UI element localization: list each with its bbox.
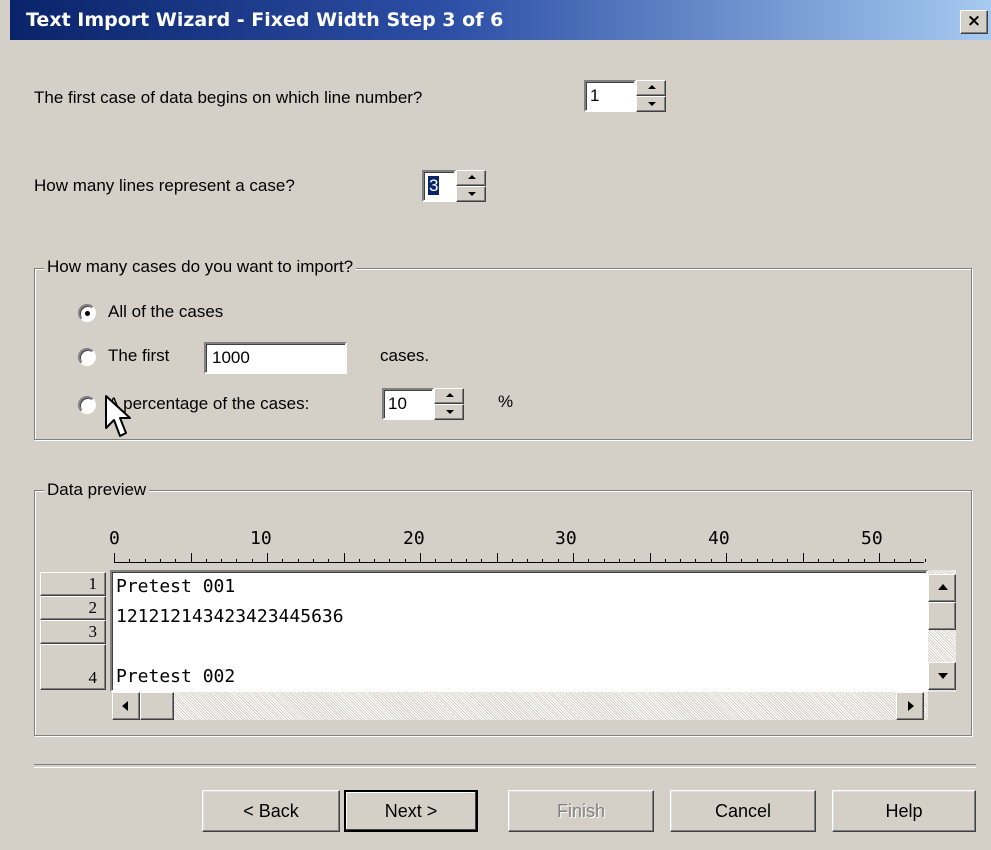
title-bar: Text Import Wizard - Fixed Width Step 3 … <box>10 0 991 40</box>
percentage-down-button[interactable] <box>434 404 464 420</box>
percentage-suffix: % <box>498 392 514 411</box>
first-n-suffix: cases. <box>380 346 430 365</box>
column-ruler[interactable]: 0 10 20 30 40 50 <box>109 528 927 568</box>
row-number: 4 <box>40 644 106 690</box>
ruler-baseline <box>114 562 924 563</box>
ruler-tick <box>343 553 345 562</box>
radio-selected-dot <box>85 311 90 316</box>
row-number: 1 <box>40 572 106 596</box>
ruler-tick <box>114 553 115 562</box>
ruler-tick <box>879 553 880 562</box>
data-preview-pane[interactable]: Pretest 001 121212143423423445636 Pretes… <box>110 570 928 692</box>
down-arrow-icon <box>468 192 476 196</box>
close-button[interactable]: × <box>960 10 988 34</box>
ruler-label: 30 <box>555 528 577 549</box>
ruler-label: 20 <box>403 528 425 549</box>
scroll-up-icon <box>938 584 948 590</box>
preview-line: 121212143423423445636 <box>116 606 344 627</box>
scroll-left-button[interactable] <box>112 692 140 720</box>
first-n-cases-input[interactable]: 1000 <box>204 342 347 374</box>
first-case-stepper <box>636 80 666 112</box>
lines-per-case-value: 3 <box>428 176 440 195</box>
scroll-down-icon <box>938 673 948 679</box>
preview-line: Pretest 001 <box>116 576 236 597</box>
first-case-up-button[interactable] <box>636 80 666 96</box>
radio-percentage-cases[interactable] <box>78 396 96 414</box>
horizontal-scroll-thumb[interactable] <box>140 692 174 720</box>
all-cases-label: All of the cases <box>108 302 224 321</box>
first-n-label: The first <box>108 346 170 365</box>
ruler-tick <box>267 553 268 562</box>
ruler-tick <box>496 553 498 562</box>
ruler-label: 0 <box>109 528 120 549</box>
mouse-cursor-icon <box>104 394 132 445</box>
separator <box>34 764 976 768</box>
back-button[interactable]: < Back <box>202 790 340 832</box>
ruler-tick <box>924 559 926 562</box>
scroll-right-icon <box>908 701 914 711</box>
scroll-down-button[interactable] <box>928 662 956 690</box>
import-cases-legend: How many cases do you want to import? <box>44 257 357 277</box>
scroll-left-icon <box>122 701 128 711</box>
help-button[interactable]: Help <box>832 790 976 832</box>
horizontal-scrollbar[interactable] <box>112 692 928 720</box>
up-arrow-icon <box>468 175 476 179</box>
percentage-label: A percentage of the cases: <box>108 394 310 413</box>
lines-per-case-input[interactable]: 3 <box>422 170 456 202</box>
row-number: 2 <box>40 596 106 620</box>
cancel-button[interactable]: Cancel <box>670 790 816 832</box>
ruler-tick <box>573 553 574 562</box>
up-arrow-icon <box>446 393 454 397</box>
lines-per-case-label: How many lines represent a case? <box>34 176 295 195</box>
import-cases-group <box>34 268 972 440</box>
ruler-label: 50 <box>861 528 883 549</box>
scroll-up-button[interactable] <box>928 574 956 602</box>
vertical-scroll-thumb[interactable] <box>928 602 956 630</box>
lines-per-case-down-button[interactable] <box>456 186 486 202</box>
ruler-label: 10 <box>250 528 272 549</box>
ruler-tick <box>726 553 727 562</box>
ruler-tick <box>420 553 421 562</box>
row-number: 3 <box>40 620 106 644</box>
first-case-input[interactable]: 1 <box>584 80 636 112</box>
radio-all-cases[interactable] <box>78 304 96 322</box>
scroll-right-button[interactable] <box>896 692 924 720</box>
window-title: Text Import Wizard - Fixed Width Step 3 … <box>26 9 504 31</box>
ruler-tick <box>649 553 651 562</box>
down-arrow-icon <box>446 410 454 414</box>
ruler-tick <box>802 553 804 562</box>
data-preview-legend: Data preview <box>44 480 150 500</box>
percentage-up-button[interactable] <box>434 388 464 404</box>
percentage-stepper <box>434 388 464 420</box>
next-button[interactable]: Next > <box>344 790 478 832</box>
first-case-down-button[interactable] <box>636 96 666 112</box>
up-arrow-icon <box>648 85 656 89</box>
ruler-label: 40 <box>708 528 730 549</box>
first-case-label: The first case of data begins on which l… <box>34 88 423 107</box>
percentage-input[interactable]: 10 <box>382 388 434 420</box>
lines-per-case-stepper <box>456 170 486 202</box>
finish-button[interactable]: Finish <box>508 790 654 832</box>
preview-line: Pretest 002 <box>116 666 236 687</box>
ruler-tick <box>190 553 192 562</box>
lines-per-case-up-button[interactable] <box>456 170 486 186</box>
radio-first-n-cases[interactable] <box>78 348 96 366</box>
down-arrow-icon <box>648 102 656 106</box>
